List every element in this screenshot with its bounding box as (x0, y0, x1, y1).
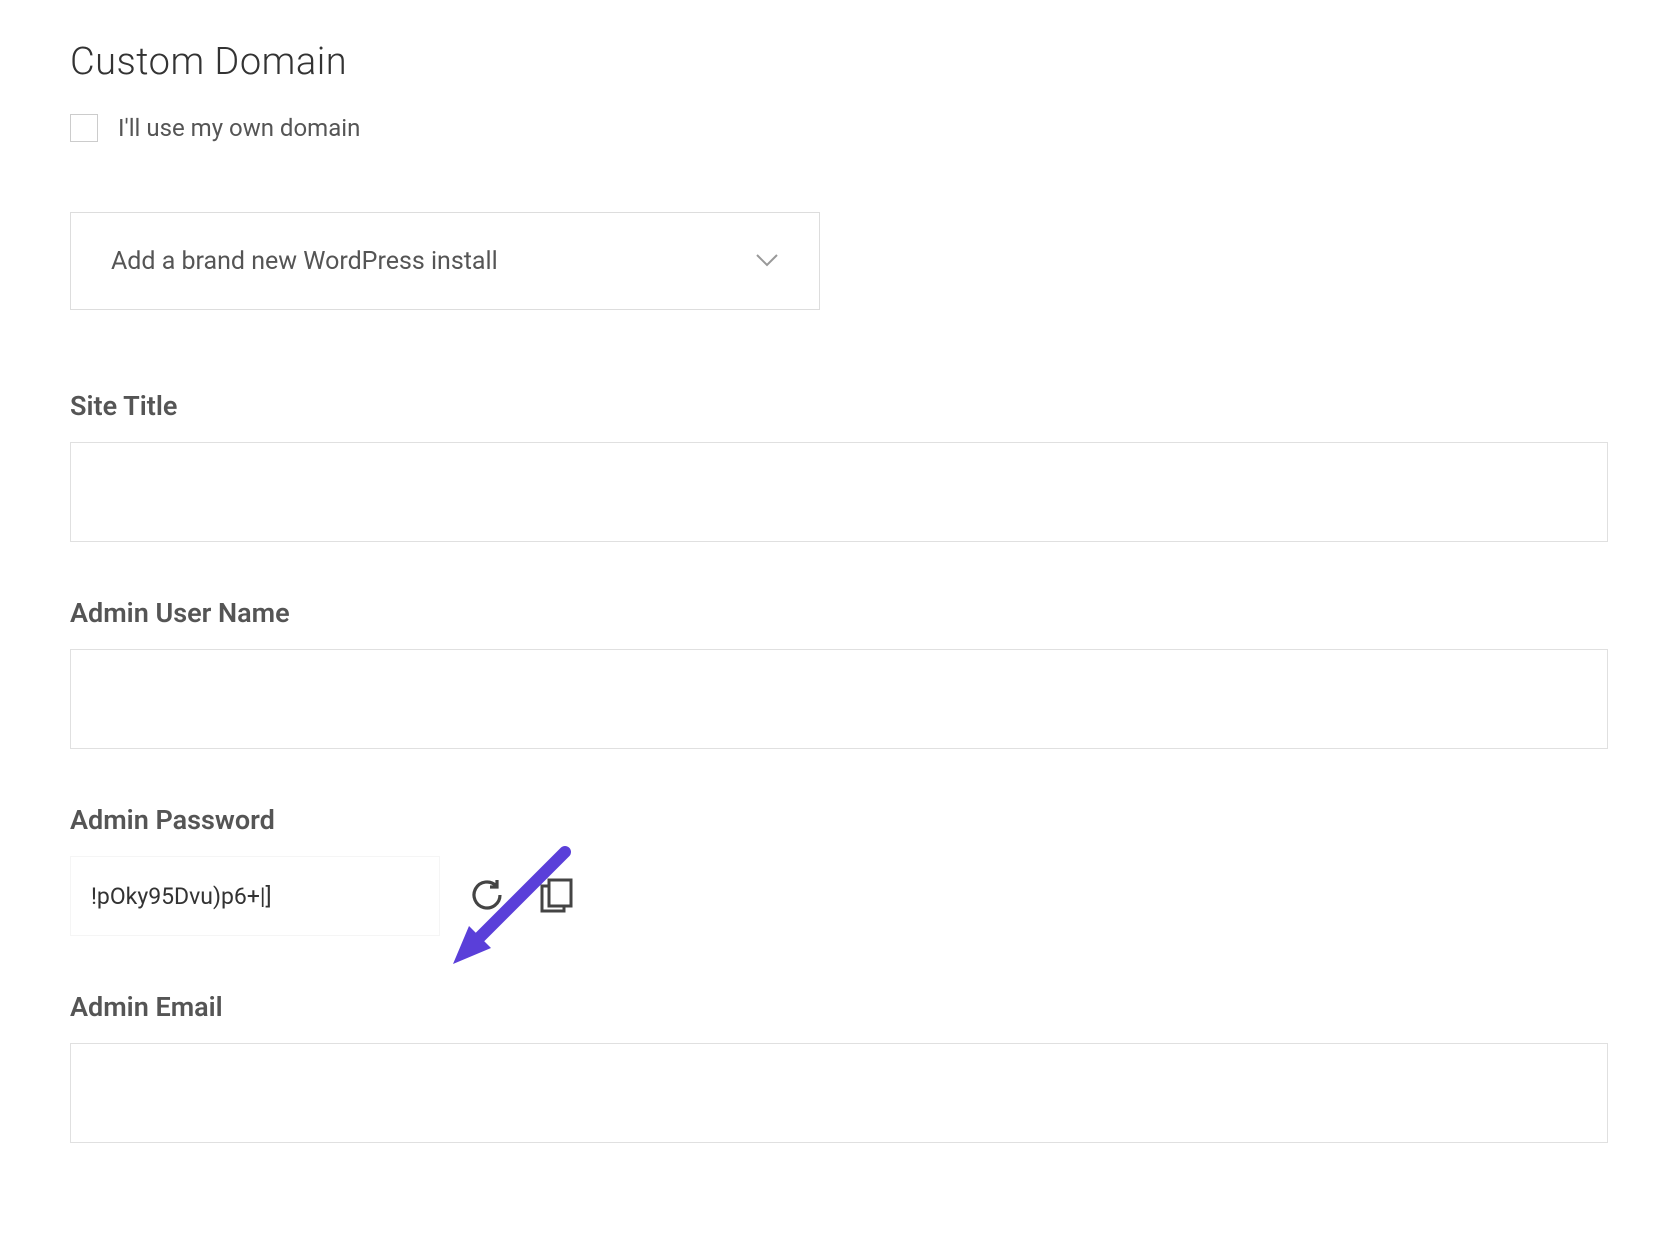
site-title-input[interactable] (70, 442, 1608, 542)
copy-icon (537, 876, 575, 917)
refresh-icon (468, 876, 506, 917)
chevron-down-icon (755, 252, 779, 271)
admin-password-field-group: Admin Password !pOky95Dvu)p6+|] (70, 804, 1608, 936)
admin-username-field-group: Admin User Name (70, 597, 1608, 749)
admin-email-field-group: Admin Email (70, 991, 1608, 1143)
admin-password-value[interactable]: !pOky95Dvu)p6+|] (70, 856, 440, 936)
admin-username-input[interactable] (70, 649, 1608, 749)
custom-domain-heading: Custom Domain (70, 40, 1608, 84)
regenerate-password-button[interactable] (465, 874, 509, 918)
admin-password-label: Admin Password (70, 804, 1608, 836)
own-domain-checkbox[interactable] (70, 114, 98, 142)
site-title-label: Site Title (70, 390, 1608, 422)
dropdown-selected-text: Add a brand new WordPress install (111, 247, 498, 276)
admin-username-label: Admin User Name (70, 597, 1608, 629)
site-title-field-group: Site Title (70, 390, 1608, 542)
admin-email-input[interactable] (70, 1043, 1608, 1143)
admin-email-label: Admin Email (70, 991, 1608, 1023)
copy-password-button[interactable] (534, 874, 578, 918)
admin-password-row: !pOky95Dvu)p6+|] (70, 856, 1608, 936)
own-domain-label: I'll use my own domain (118, 114, 360, 142)
install-type-dropdown[interactable]: Add a brand new WordPress install (70, 212, 820, 310)
own-domain-checkbox-row: I'll use my own domain (70, 114, 1608, 142)
